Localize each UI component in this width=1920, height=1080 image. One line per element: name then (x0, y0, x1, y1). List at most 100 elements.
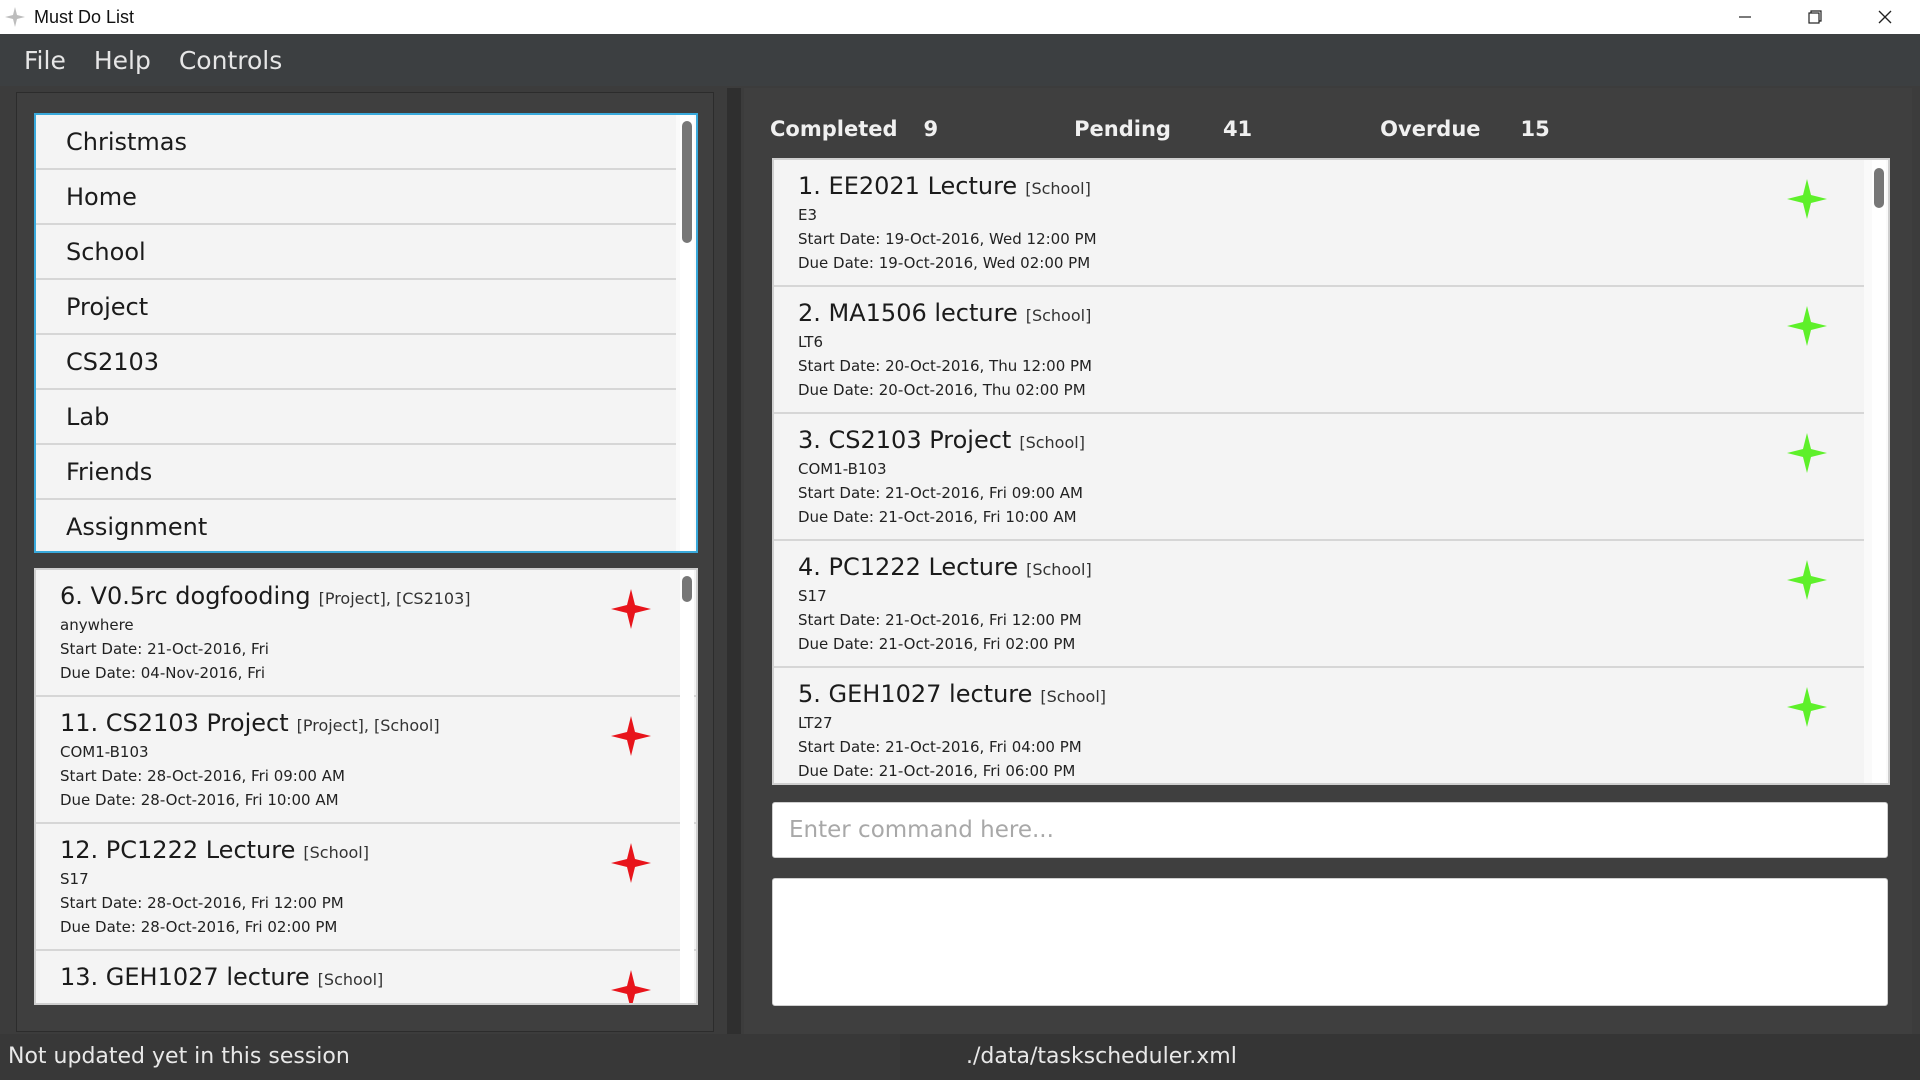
task-due-date: Due Date: 21-Oct-2016, Fri 02:00 PM (798, 635, 1076, 653)
task-tags: [School] (1019, 433, 1085, 452)
task-card[interactable]: 4. PC1222 Lecture [School] S17 Start Date… (774, 541, 1864, 668)
task-card[interactable]: 6. V0.5rc dogfooding [Project], [CS2103] … (36, 570, 696, 697)
tag-item-friends[interactable]: Friends (36, 445, 676, 500)
task-due-date: Due Date: 21-Oct-2016, Fri 06:00 PM (798, 762, 1076, 780)
task-tags: [School] (1025, 179, 1091, 198)
menu-controls[interactable]: Controls (179, 46, 282, 75)
tag-label: CS2103 (66, 347, 160, 376)
task-name: 4. PC1222 Lecture (798, 553, 1019, 581)
task-location: E3 (798, 206, 818, 224)
pending-star-icon (1786, 559, 1828, 601)
tag-list[interactable]: Christmas Home School Project CS2103 Lab… (34, 113, 698, 553)
task-location: LT27 (798, 714, 833, 732)
menu-file[interactable]: File (24, 46, 66, 75)
tag-label: Home (66, 182, 137, 211)
overdue-star-icon (610, 588, 652, 630)
tag-label: Christmas (66, 127, 188, 156)
minimize-icon[interactable] (1710, 0, 1780, 34)
tag-item-lab[interactable]: Lab (36, 390, 676, 445)
overdue-list-scroll-thumb[interactable] (682, 576, 692, 602)
star-logo-icon (4, 6, 26, 28)
tag-item-school[interactable]: School (36, 225, 676, 280)
task-start-date: Start Date: 28-Oct-2016, Fri 12:00 PM (60, 894, 344, 912)
task-due-date: Due Date: 21-Oct-2016, Fri 10:00 AM (798, 508, 1077, 526)
tag-item-project[interactable]: Project (36, 280, 676, 335)
tag-item-christmas[interactable]: Christmas (36, 115, 676, 170)
task-due-date: Due Date: 04-Nov-2016, Fri (60, 664, 266, 682)
task-tags: [School] (1025, 306, 1092, 325)
task-name: 1. EE2021 Lecture (798, 172, 1018, 200)
task-location: anywhere (60, 616, 134, 634)
window-title: Must Do List (34, 6, 135, 27)
task-tags: [Project], [CS2103] (318, 589, 471, 608)
overdue-list-scrollbar[interactable] (680, 570, 694, 1003)
overdue-star-icon (610, 969, 652, 1003)
status-bar: Not updated yet in this session ./data/t… (0, 1034, 1920, 1080)
pending-star-icon (1786, 178, 1828, 220)
task-name: 3. CS2103 Project (798, 426, 1012, 454)
tag-label: Lab (66, 402, 110, 431)
task-card[interactable]: 5. GEH1027 lecture [School] LT27 Start Da… (774, 668, 1864, 783)
command-input[interactable] (789, 817, 1887, 843)
task-location: COM1-B103 (60, 743, 149, 761)
overdue-label: Overdue (1380, 117, 1481, 141)
tag-list-scrollbar[interactable] (680, 115, 694, 551)
task-card[interactable]: 11. CS2103 Project [Project], [School] CO… (36, 697, 696, 824)
tag-list-scroll-thumb[interactable] (682, 121, 692, 243)
tag-label: School (66, 237, 146, 266)
tag-item-cs2103[interactable]: CS2103 (36, 335, 676, 390)
task-card[interactable]: 12. PC1222 Lecture [School] S17 Start Dat… (36, 824, 696, 951)
close-icon[interactable] (1850, 0, 1920, 34)
task-tags: [School] (1026, 560, 1092, 579)
task-name: 12. PC1222 Lecture (60, 836, 296, 864)
window-controls (1710, 0, 1920, 34)
task-location: S17 (60, 870, 89, 888)
task-location: LT6 (798, 333, 823, 351)
task-tags: [School] (317, 970, 384, 989)
task-name: 5. GEH1027 lecture (798, 680, 1033, 708)
tag-item-assignment[interactable]: Assignment (36, 500, 676, 551)
task-card[interactable]: 1. EE2021 Lecture [School] E3 Start Date:… (774, 160, 1864, 287)
tag-item-home[interactable]: Home (36, 170, 676, 225)
task-due-date: Due Date: 20-Oct-2016, Thu 02:00 PM (798, 381, 1086, 399)
pending-count: 41 (1222, 117, 1253, 141)
task-card[interactable]: 2. MA1506 lecture [School] LT6 Start Date… (774, 287, 1864, 414)
completed-count: 9 (923, 117, 939, 141)
task-tags: [School] (1040, 687, 1107, 706)
tag-label: Assignment (66, 512, 208, 541)
pending-star-icon (1786, 432, 1828, 474)
task-start-date: Start Date: 21-Oct-2016, Fri 04:00 PM (798, 738, 1082, 756)
task-name: 2. MA1506 lecture (798, 299, 1018, 327)
menu-help[interactable]: Help (94, 46, 151, 75)
task-name: 11. CS2103 Project (60, 709, 289, 737)
menu-bar: File Help Controls (0, 34, 1920, 86)
task-location: S17 (798, 587, 827, 605)
task-list[interactable]: 1. EE2021 Lecture [School] E3 Start Date:… (772, 158, 1890, 785)
title-bar: Must Do List (0, 0, 1920, 34)
task-name: 6. V0.5rc dogfooding (60, 582, 311, 610)
tag-label: Friends (66, 457, 153, 486)
save-location: ./data/taskscheduler.xml (966, 1044, 1237, 1069)
overdue-star-icon (610, 842, 652, 884)
task-list-scrollbar[interactable] (1872, 160, 1886, 783)
restore-icon[interactable] (1780, 0, 1850, 34)
task-start-date: Start Date: 28-Oct-2016, Fri 09:00 AM (60, 767, 345, 785)
task-start-date: Start Date: 21-Oct-2016, Fri (60, 640, 269, 658)
task-card[interactable]: 3. CS2103 Project [School] COM1-B103 Star… (774, 414, 1864, 541)
task-start-date: Start Date: 20-Oct-2016, Thu 12:00 PM (798, 357, 1092, 375)
command-box (772, 802, 1888, 858)
task-due-date: Due Date: 28-Oct-2016, Fri 10:00 AM (60, 791, 339, 809)
overdue-count: 15 (1520, 117, 1550, 141)
task-list-scroll-thumb[interactable] (1874, 168, 1884, 208)
task-due-date: Due Date: 28-Oct-2016, Fri 02:00 PM (60, 918, 338, 936)
task-tags: [Project], [School] (296, 716, 440, 735)
pending-star-icon (1786, 686, 1828, 728)
pending-star-icon (1786, 305, 1828, 347)
completed-label: Completed (770, 117, 898, 141)
tag-label: Project (66, 292, 149, 321)
panel-splitter[interactable] (727, 88, 741, 1034)
task-card[interactable]: 13. GEH1027 lecture [School] (36, 951, 696, 1003)
task-start-date: Start Date: 21-Oct-2016, Fri 12:00 PM (798, 611, 1082, 629)
overdue-task-list[interactable]: 6. V0.5rc dogfooding [Project], [CS2103] … (34, 568, 698, 1005)
task-start-date: Start Date: 19-Oct-2016, Wed 12:00 PM (798, 230, 1097, 248)
